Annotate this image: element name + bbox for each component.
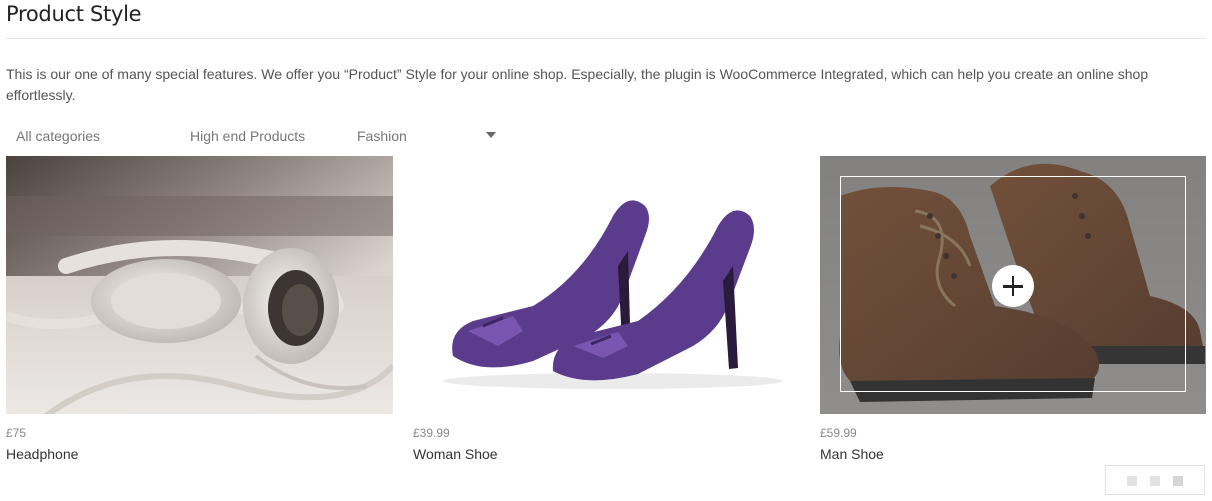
filter-high-end-products[interactable]: High end Products — [190, 126, 305, 146]
product-price: £75 — [6, 426, 27, 440]
product-image[interactable] — [820, 156, 1206, 414]
product-name[interactable]: Woman Shoe — [413, 446, 498, 462]
product-price: £39.99 — [413, 426, 450, 440]
product-price: £59.99 — [820, 426, 857, 440]
product-card-man-shoe[interactable]: £59.99 Man Shoe — [820, 156, 1207, 466]
page-title: Product Style — [6, 2, 142, 26]
product-image[interactable] — [413, 156, 800, 414]
title-divider — [6, 38, 1206, 39]
product-image[interactable] — [6, 156, 393, 414]
intro-text: This is our one of many special features… — [6, 66, 1149, 103]
purple-heels-image — [413, 156, 800, 414]
plus-icon[interactable] — [992, 265, 1034, 307]
carousel-pager — [1105, 465, 1205, 495]
headphone-image — [6, 156, 393, 414]
product-card-headphone[interactable]: £75 Headphone — [6, 156, 393, 466]
filter-all-categories[interactable]: All categories — [16, 126, 100, 146]
filter-fashion[interactable]: Fashion — [357, 126, 407, 146]
pager-dot-active[interactable] — [1173, 476, 1183, 486]
pager-dot[interactable] — [1127, 476, 1137, 486]
product-name[interactable]: Headphone — [6, 446, 78, 462]
pager-dot[interactable] — [1150, 476, 1160, 486]
category-filters: All categories High end Products Fashion — [0, 126, 520, 146]
chevron-down-icon[interactable] — [486, 132, 496, 138]
product-name[interactable]: Man Shoe — [820, 446, 884, 462]
product-card-woman-shoe[interactable]: £39.99 Woman Shoe — [413, 156, 800, 466]
